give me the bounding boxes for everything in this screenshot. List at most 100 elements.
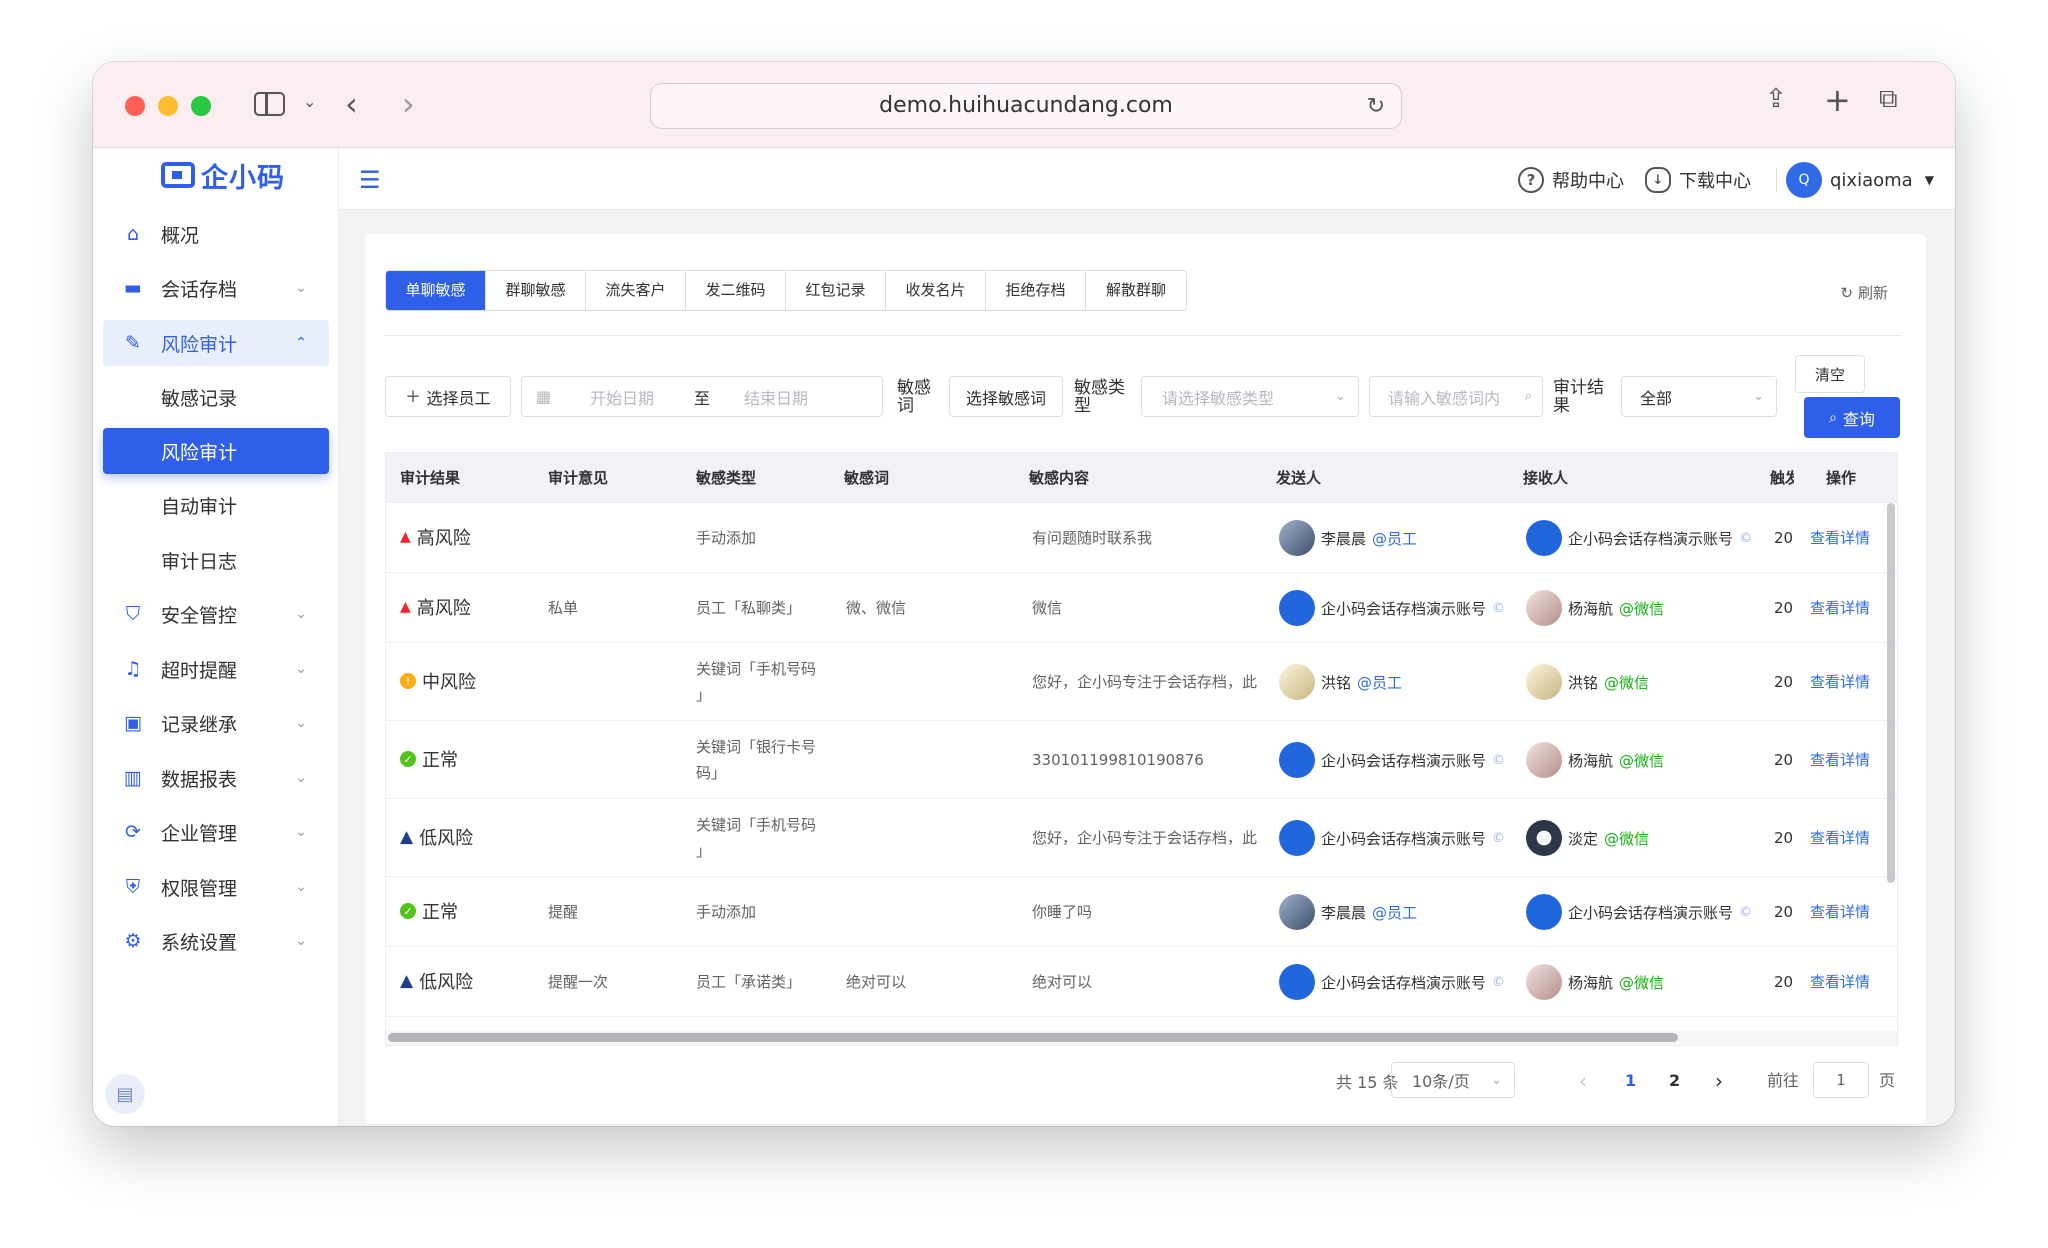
next-page-icon[interactable]: › [1715,1064,1723,1098]
user-menu[interactable]: Q qixiaoma ▼ [1786,160,1934,200]
sensitive-word-search-input[interactable]: 请输入敏感词内 ⌕ [1369,376,1543,417]
view-details-link[interactable]: 查看详情 [1810,899,1870,925]
view-details-link[interactable]: 查看详情 [1810,825,1870,851]
sensitive-type-cell: 关键词「银行卡号 码」 [696,734,816,786]
audit-opinion-cell: 私单 [548,599,579,617]
table-horizontal-scrollbar[interactable] [388,1033,1678,1042]
audit-result-text: 低风险 [419,828,474,849]
tab-reject-archive[interactable]: 拒绝存档 [986,271,1086,310]
start-date-input[interactable]: 开始日期 [590,385,654,409]
sensitive-word-label: 敏感 词 [897,379,931,415]
view-details-link[interactable]: 查看详情 [1810,969,1870,995]
sidebar-item-record-inherit[interactable]: ▣ 记录继承 ⌄ [103,700,329,746]
table-row: ▲ 高风险 私单 员工「私聊类」 微、微信 微信 企小码会话存档演示账号 © 杨海… [386,573,1897,643]
audit-result-value: 全部 [1640,388,1673,408]
tab-single-chat-sensitive[interactable]: 单聊敏感 [386,271,486,310]
end-date-input[interactable]: 结束日期 [744,385,808,409]
sidebar-item-risk-audit[interactable]: ✎ 风险审计 ⌃ [103,320,329,366]
section-divider [385,335,1902,336]
sender-avatar [1279,964,1315,1000]
view-details-link[interactable]: 查看详情 [1810,669,1870,695]
page-1-button[interactable]: 1 [1625,1064,1636,1098]
sidebar-item-label: 会话存档 [161,278,238,301]
back-arrow-icon[interactable]: ‹ [345,88,358,120]
audit-result-select[interactable]: 全部 ⌄ [1621,376,1777,417]
trigger-time-cell: 20 [1774,599,1794,617]
query-button[interactable]: ⌕ 查询 [1804,397,1900,438]
sidebar-item-overview[interactable]: ⌂ 概况 [103,211,329,257]
sidebar-item-settings[interactable]: ⚙ 系统设置 ⌄ [103,918,329,964]
goto-label: 前往 [1767,1071,1800,1090]
sender-cell: 洪铭 @员工 [1279,664,1511,700]
sensitive-type-cell: 手动添加 [696,903,757,921]
select-employee-button[interactable]: + 选择员工 [385,376,511,417]
view-details-link[interactable]: 查看详情 [1810,595,1870,621]
question-icon: ? [1518,167,1544,193]
sidebar-item-label: 敏感记录 [161,387,238,410]
sensitive-word-cell: 绝对可以 [846,973,907,991]
tab-red-packet[interactable]: 红包记录 [786,271,886,310]
sidebar-subitem-sensitive-records[interactable]: 敏感记录 [103,374,329,420]
help-center-link[interactable]: ? 帮助中心 [1518,164,1624,196]
app-logo[interactable]: 企小码 [161,158,285,194]
sidebar-item-enterprise[interactable]: ⟳ 企业管理 ⌄ [103,809,329,855]
sidebar-item-timeout-reminder[interactable]: ♫ 超时提醒 ⌄ [103,646,329,692]
view-details-link[interactable]: 查看详情 [1810,747,1870,773]
document-icon[interactable]: ▤ [105,1074,145,1114]
sidebar-toggle-icon[interactable] [254,92,285,116]
sidebar-item-label: 权限管理 [161,877,238,900]
view-details-link[interactable]: 查看详情 [1810,525,1870,551]
prev-page-icon[interactable]: ‹ [1579,1064,1587,1098]
page-size-select[interactable]: 10条/页 ⌄ [1391,1062,1515,1098]
sensitive-type-line2: 」 [696,686,712,704]
column-header-sensitive-word: 敏感词 [844,469,890,487]
maximize-window-button[interactable] [191,96,211,116]
download-center-link[interactable]: ↓ 下载中心 [1645,164,1751,196]
sidebar-subitem-auto-audit[interactable]: 自动审计 [103,482,329,528]
audit-result-text: 中风险 [422,672,476,693]
select-sensitive-word-button[interactable]: 选择敏感词 [949,376,1063,417]
page-2-button[interactable]: 2 [1669,1064,1680,1098]
sidebar-item-security[interactable]: ⛉ 安全管控 ⌄ [103,591,329,637]
tab-overview-icon[interactable]: ⧉ [1879,86,1898,112]
minimize-window-button[interactable] [158,96,178,116]
table-vertical-scrollbar[interactable] [1887,503,1895,883]
forward-arrow-icon[interactable]: › [402,88,415,120]
address-bar[interactable]: demo.huihuacundang.com ↻ [650,83,1402,129]
sidebar-item-label: 自动审计 [161,495,238,518]
tab-lost-customers[interactable]: 流失客户 [586,271,686,310]
sidebar-item-data-report[interactable]: ▥ 数据报表 ⌄ [103,755,329,801]
share-icon[interactable]: ⇪ [1765,86,1787,112]
trigger-time-cell: 20 [1774,829,1794,847]
chevron-down-icon: ⌄ [295,661,307,677]
warning-circle-icon: ! [400,673,416,689]
tab-group-chat-sensitive[interactable]: 群聊敏感 [486,271,586,310]
sensitive-content-cell: 绝对可以 [1032,973,1093,991]
tab-dissolve-group[interactable]: 解散群聊 [1086,271,1186,310]
refresh-button[interactable]: ↻ 刷新 [1840,282,1888,303]
reload-icon[interactable]: ↻ [1367,94,1385,119]
sensitive-type-select[interactable]: 请选择敏感类型 ⌄ [1141,376,1359,417]
sender-cell: 李晨晨 @员工 [1279,520,1511,556]
goto-page-input[interactable]: 1 [1813,1062,1869,1098]
page-size-value: 10条/页 [1412,1072,1470,1091]
close-window-button[interactable] [125,96,145,116]
chevron-down-icon: ⌄ [295,280,307,296]
tab-send-qrcode[interactable]: 发二维码 [686,271,786,310]
sensitive-content-cell: 有问题随时联系我 [1032,529,1153,547]
help-center-label: 帮助中心 [1552,171,1624,192]
receiver-name: 洪铭 [1568,673,1599,692]
sidebar-subitem-risk-audit[interactable]: 风险审计 [103,428,329,474]
date-range-picker[interactable]: ▦ 开始日期 至 结束日期 [521,376,883,417]
receiver-cell: 洪铭 @微信 [1526,664,1756,700]
menu-fold-icon[interactable]: ☰ [359,166,381,194]
clear-button[interactable]: 清空 [1795,355,1865,393]
sensitive-word-search-placeholder: 请输入敏感词内 [1388,388,1501,408]
tab-business-card[interactable]: 收发名片 [886,271,986,310]
sidebar-item-chat-archive[interactable]: ▬ 会话存档 ⌄ [103,265,329,311]
page-suffix: 页 [1879,1071,1896,1090]
sidebar-subitem-audit-log[interactable]: 审计日志 [103,537,329,583]
chevron-down-icon[interactable]: ⌄ [303,94,316,110]
new-tab-icon[interactable]: + [1824,84,1851,116]
sidebar-item-permissions[interactable]: ⛨ 权限管理 ⌄ [103,864,329,910]
